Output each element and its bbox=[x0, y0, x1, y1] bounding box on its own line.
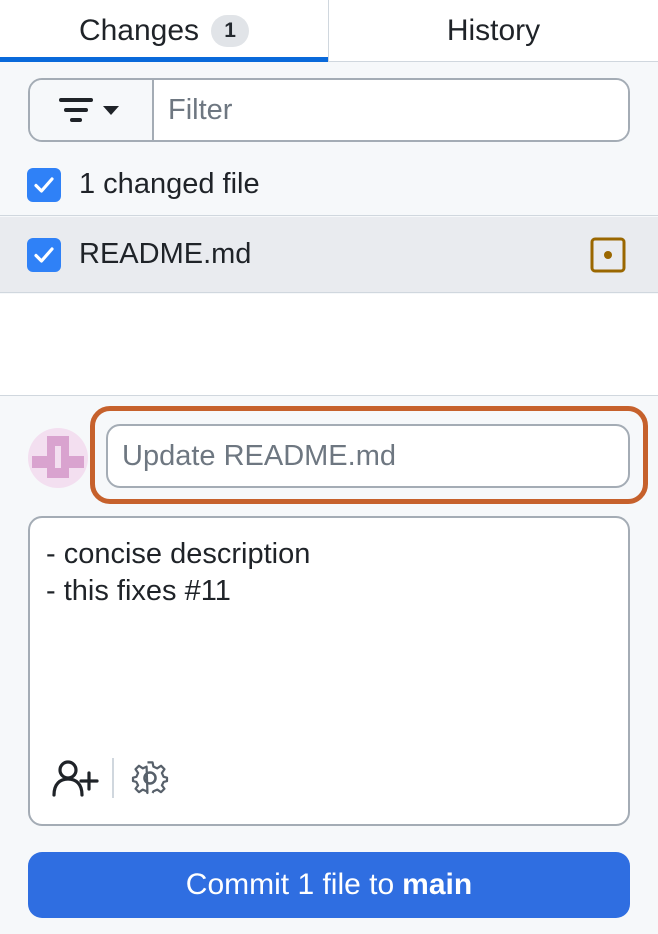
commit-summary-input[interactable] bbox=[106, 424, 630, 488]
commit-button-label: Commit 1 file to bbox=[185, 868, 395, 901]
tab-changes-label: Changes bbox=[78, 13, 200, 47]
changed-files-count-label: 1 changed file bbox=[79, 168, 260, 200]
file-modified-icon bbox=[590, 237, 626, 273]
filter-icon bbox=[59, 98, 119, 122]
add-coauthor-button[interactable] bbox=[50, 754, 102, 802]
changed-file-row[interactable]: README.md bbox=[0, 217, 658, 293]
filter-group bbox=[28, 78, 630, 142]
commit-settings-button[interactable] bbox=[124, 754, 176, 802]
commit-branch-name: main bbox=[402, 868, 473, 901]
avatar bbox=[28, 428, 88, 488]
person-add-icon bbox=[52, 760, 99, 797]
changes-count-badge: 1 bbox=[211, 14, 250, 47]
file-checkbox[interactable] bbox=[27, 237, 61, 272]
tab-bar: Changes 1 History bbox=[0, 0, 658, 62]
checkmark-icon bbox=[34, 176, 54, 193]
filter-options-button[interactable] bbox=[30, 80, 154, 140]
commit-description-text: - concise description - this fixes #11 bbox=[46, 538, 311, 607]
chevron-down-icon bbox=[103, 106, 119, 115]
commit-description-field[interactable]: - concise description - this fixes #11 bbox=[28, 516, 630, 826]
toolbar-divider bbox=[112, 758, 114, 798]
gear-icon bbox=[131, 761, 169, 795]
select-all-checkbox[interactable] bbox=[27, 167, 61, 202]
tab-changes[interactable]: Changes 1 bbox=[0, 0, 328, 62]
tab-history[interactable]: History bbox=[328, 0, 658, 61]
identicon-icon bbox=[32, 436, 84, 478]
tab-history-label: History bbox=[446, 13, 541, 47]
filter-bar bbox=[0, 62, 658, 154]
checkmark-icon bbox=[34, 246, 54, 263]
filter-input[interactable] bbox=[154, 80, 628, 140]
file-name: README.md bbox=[79, 238, 252, 270]
commit-panel: Changes 1 History 1 cha bbox=[0, 0, 658, 934]
changed-files-header: 1 changed file bbox=[0, 154, 658, 216]
commit-button[interactable]: Commit 1 file to main bbox=[28, 852, 630, 918]
file-list-empty-space bbox=[0, 294, 658, 396]
description-toolbar bbox=[50, 754, 176, 802]
